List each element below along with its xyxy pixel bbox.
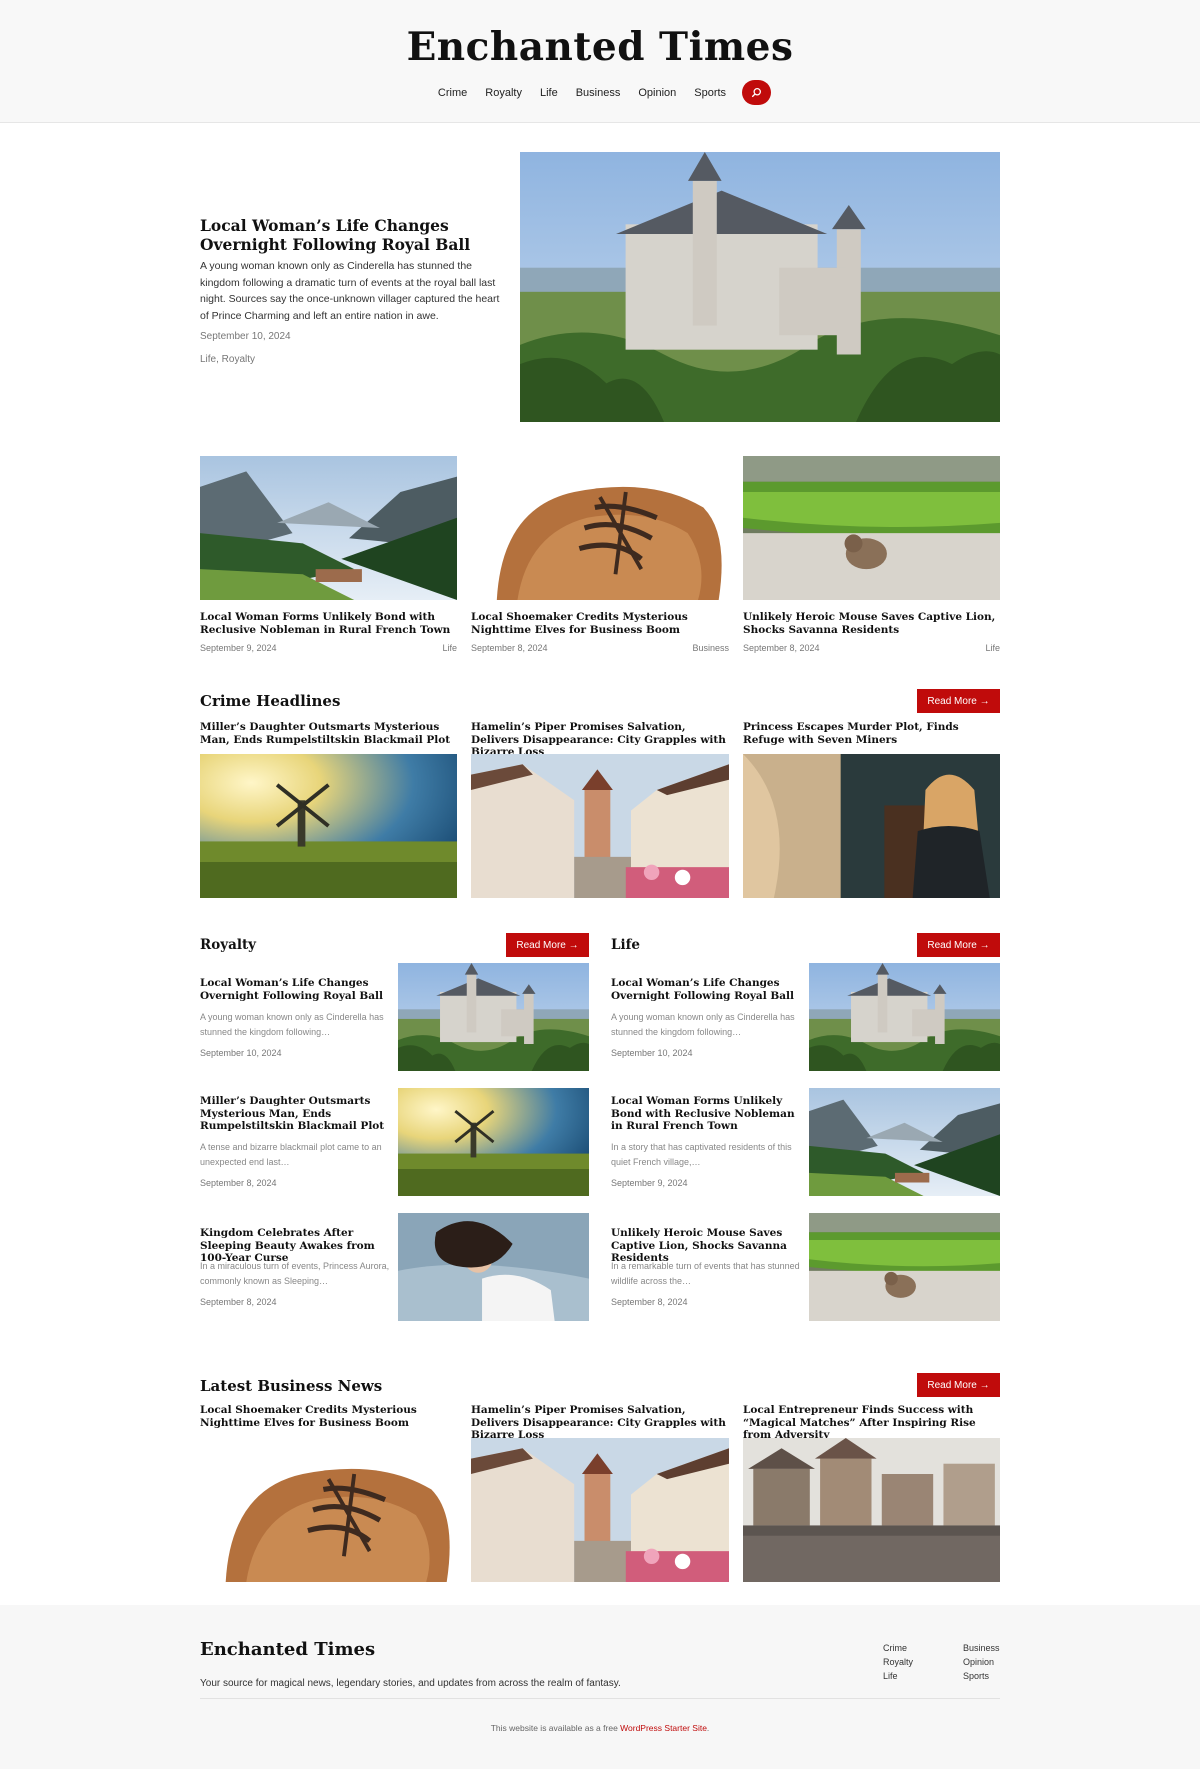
- crime-image-3[interactable]: [743, 754, 1000, 898]
- crime-image-1[interactable]: [200, 754, 457, 898]
- credit-suffix: .: [706, 1723, 710, 1733]
- nav-item-royalty[interactable]: Royalty: [485, 87, 522, 99]
- featured-category-2[interactable]: Business: [659, 643, 729, 653]
- featured-category-3[interactable]: Life: [940, 643, 1000, 653]
- life-date-3: September 8, 2024: [611, 1297, 688, 1307]
- hero-title[interactable]: Local Woman’s Life Changes Overnight Fol…: [200, 216, 500, 254]
- credit-text: This website is available as a free: [490, 1723, 621, 1733]
- main-nav: Crime Royalty Life Business Opinion Spor…: [0, 80, 1200, 105]
- featured-category-1[interactable]: Life: [400, 643, 457, 653]
- royalty-excerpt-2: A tense and bizarre blackmail plot came …: [200, 1142, 382, 1167]
- featured-date-3: September 8, 2024: [743, 643, 820, 653]
- featured-image-2[interactable]: [471, 456, 729, 600]
- featured-title-1[interactable]: Local Woman Forms Unlikely Bond with Rec…: [200, 611, 457, 636]
- life-excerpt-1: A young woman known only as Cinderella h…: [611, 1012, 795, 1037]
- life-excerpt-3: In a remarkable turn of events that has …: [611, 1261, 800, 1286]
- business-heading: Latest Business News: [200, 1377, 383, 1395]
- footer-link-opinion[interactable]: Opinion: [963, 1657, 994, 1667]
- royalty-excerpt-3: In a miraculous turn of events, Princess…: [200, 1261, 390, 1286]
- crime-title-2[interactable]: Hamelin’s Piper Promises Salvation, Deli…: [471, 721, 729, 759]
- life-title-1[interactable]: Local Woman’s Life Changes Overnight Fol…: [611, 977, 803, 1002]
- hero-date: September 10, 2024: [200, 331, 291, 342]
- business-image-2[interactable]: [471, 1438, 729, 1582]
- royalty-image-1[interactable]: [398, 963, 589, 1071]
- footer-link-royalty[interactable]: Royalty: [883, 1657, 913, 1667]
- life-title-2[interactable]: Local Woman Forms Unlikely Bond with Rec…: [611, 1095, 803, 1133]
- royalty-date-2: September 8, 2024: [200, 1178, 277, 1188]
- royalty-excerpt-1: A young woman known only as Cinderella h…: [200, 1012, 384, 1037]
- nav-item-sports[interactable]: Sports: [694, 87, 726, 99]
- footer-divider: [200, 1698, 1000, 1699]
- hero-categories[interactable]: Life, Royalty: [200, 354, 255, 365]
- business-image-1[interactable]: [200, 1438, 457, 1582]
- life-excerpt-2: In a story that has captivated residents…: [611, 1142, 792, 1167]
- life-date-2: September 9, 2024: [611, 1178, 688, 1188]
- footer-link-sports[interactable]: Sports: [963, 1671, 989, 1681]
- royalty-date-1: September 10, 2024: [200, 1048, 282, 1058]
- nav-item-crime[interactable]: Crime: [438, 87, 467, 99]
- nav-item-opinion[interactable]: Opinion: [638, 87, 676, 99]
- royalty-title-1[interactable]: Local Woman’s Life Changes Overnight Fol…: [200, 977, 392, 1002]
- featured-image-1[interactable]: [200, 456, 457, 600]
- footer-link-business[interactable]: Business: [963, 1643, 1000, 1653]
- site-logo[interactable]: Enchanted Times: [0, 24, 1200, 70]
- royalty-image-2[interactable]: [398, 1088, 589, 1196]
- footer-link-life[interactable]: Life: [883, 1671, 898, 1681]
- featured-image-3[interactable]: [743, 456, 1000, 600]
- site-header: Enchanted Times Crime Royalty Life Busin…: [0, 0, 1200, 123]
- crime-read-more-button[interactable]: Read More →: [917, 689, 1000, 713]
- site-footer: Enchanted Times Your source for magical …: [0, 1605, 1200, 1769]
- hero-image[interactable]: [520, 152, 1000, 422]
- business-title-2[interactable]: Hamelin’s Piper Promises Salvation, Deli…: [471, 1404, 729, 1442]
- royalty-heading: Royalty: [200, 937, 257, 953]
- nav-item-business[interactable]: Business: [576, 87, 621, 99]
- life-image-2[interactable]: [809, 1088, 1000, 1196]
- footer-link-crime[interactable]: Crime: [883, 1643, 907, 1653]
- royalty-date-3: September 8, 2024: [200, 1297, 277, 1307]
- footer-tagline: Your source for magical news, legendary …: [200, 1678, 621, 1689]
- business-title-1[interactable]: Local Shoemaker Credits Mysterious Night…: [200, 1404, 457, 1429]
- search-icon: [752, 88, 762, 98]
- crime-title-1[interactable]: Miller’s Daughter Outsmarts Mysterious M…: [200, 721, 457, 746]
- business-title-3[interactable]: Local Entrepreneur Finds Success with “M…: [743, 1404, 1000, 1442]
- hero-excerpt: A young woman known only as Cinderella h…: [200, 260, 500, 322]
- featured-date-2: September 8, 2024: [471, 643, 548, 653]
- life-image-1[interactable]: [809, 963, 1000, 1071]
- nav-item-life[interactable]: Life: [540, 87, 558, 99]
- credit-link[interactable]: WordPress Starter Site: [620, 1723, 707, 1733]
- life-heading: Life: [611, 937, 641, 953]
- life-date-1: September 10, 2024: [611, 1048, 693, 1058]
- crime-image-2[interactable]: [471, 754, 729, 898]
- featured-title-2[interactable]: Local Shoemaker Credits Mysterious Night…: [471, 611, 729, 636]
- crime-heading: Crime Headlines: [200, 692, 341, 710]
- business-image-3[interactable]: [743, 1438, 1000, 1582]
- footer-logo[interactable]: Enchanted Times: [200, 1639, 375, 1660]
- featured-date-1: September 9, 2024: [200, 643, 277, 653]
- royalty-title-2[interactable]: Miller’s Daughter Outsmarts Mysterious M…: [200, 1095, 392, 1133]
- business-read-more-button[interactable]: Read More →: [917, 1373, 1000, 1397]
- royalty-image-3[interactable]: [398, 1213, 589, 1321]
- search-button[interactable]: [742, 80, 772, 105]
- royalty-read-more-button[interactable]: Read More →: [506, 933, 589, 957]
- footer-credit: This website is available as a free Word…: [0, 1723, 1200, 1733]
- featured-title-3[interactable]: Unlikely Heroic Mouse Saves Captive Lion…: [743, 611, 1000, 636]
- life-read-more-button[interactable]: Read More →: [917, 933, 1000, 957]
- crime-title-3[interactable]: Princess Escapes Murder Plot, Finds Refu…: [743, 721, 1000, 746]
- life-image-3[interactable]: [809, 1213, 1000, 1321]
